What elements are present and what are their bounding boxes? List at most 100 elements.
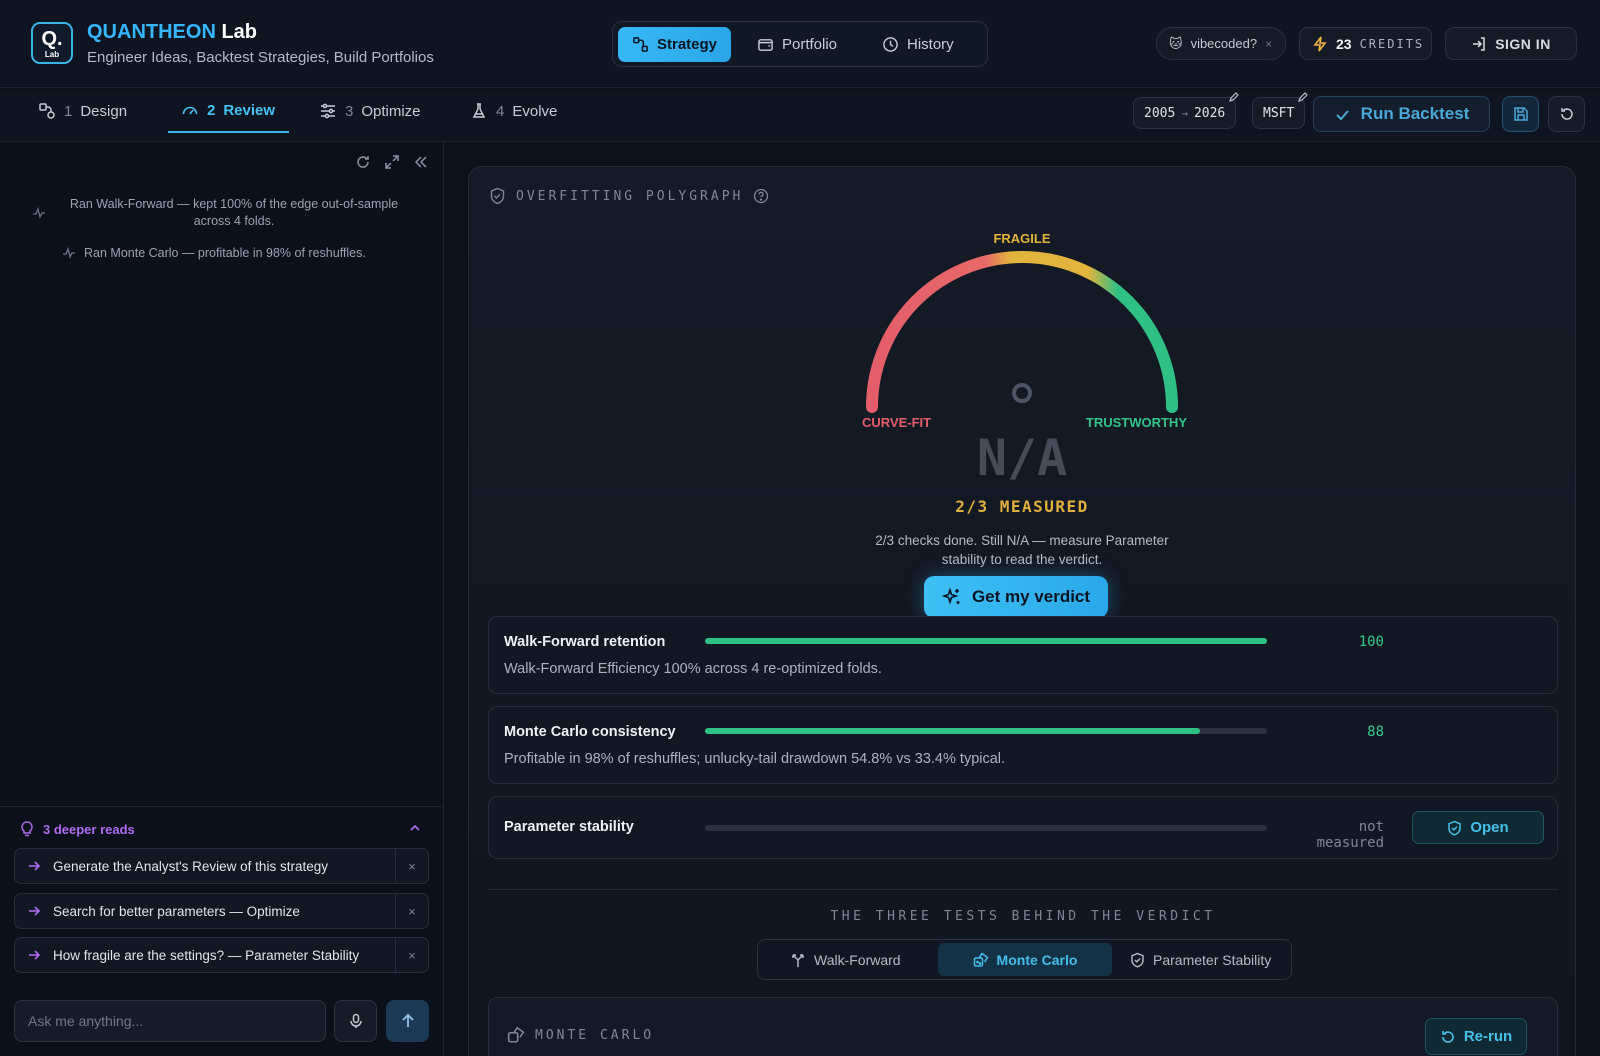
verdict-gauge: FRAGILE CURVE-FIT TRUSTWORTHY [857, 227, 1187, 437]
nav-history[interactable]: History [868, 27, 968, 62]
suggestion-item[interactable]: Search for better parameters — Optimize … [14, 893, 429, 929]
wallet-icon [757, 36, 774, 53]
strategy-icon [632, 36, 649, 53]
nav-strategy-label: Strategy [657, 36, 718, 53]
sign-in-label: SIGN IN [1495, 35, 1551, 52]
pulse-icon [32, 206, 46, 230]
mic-button[interactable] [334, 1000, 377, 1042]
step-optimize-num: 3 [345, 102, 354, 120]
tab-parameter-stability-label: Parameter Stability [1153, 951, 1272, 968]
suggestion-label: Generate the Analyst's Review of this st… [53, 858, 328, 874]
vibecoded-close-icon[interactable]: × [1265, 37, 1272, 51]
sliders-icon [319, 102, 337, 120]
sign-in-button[interactable]: SIGN IN [1445, 27, 1577, 60]
open-parameter-stability-button[interactable]: Open [1412, 811, 1544, 844]
step-bar: 1 Design 2 Review 3 Optimize 4 Evolve 20… [0, 89, 1600, 142]
sparkle-icon [941, 587, 962, 607]
suggestion-label: How fragile are the settings? — Paramete… [53, 947, 360, 963]
metric-not-measured: not measured [1316, 819, 1384, 851]
arrow-right-icon [15, 948, 53, 962]
rerun-button[interactable]: Re-run [1425, 1018, 1527, 1055]
polygraph-title: OVERFITTING POLYGRAPH [516, 188, 744, 204]
run-backtest-label: Run Backtest [1360, 104, 1470, 123]
nav-strategy[interactable]: Strategy [618, 27, 732, 62]
fork-icon [790, 952, 806, 968]
vibecoded-chip[interactable]: 🐱 vibecoded? × [1156, 27, 1286, 60]
nav-portfolio[interactable]: Portfolio [743, 27, 851, 62]
deeper-reads-header[interactable]: 3 deeper reads [0, 806, 444, 844]
lightbulb-icon [20, 821, 34, 837]
step-review-num: 2 [207, 101, 216, 119]
pencil-icon [1228, 92, 1240, 103]
collapse-icon[interactable] [413, 154, 429, 170]
step-evolve[interactable]: 4 Evolve [470, 89, 557, 133]
check-icon [1334, 106, 1351, 123]
tab-walk-forward-label: Walk-Forward [814, 951, 901, 968]
brand-secondary: Lab [221, 21, 258, 43]
vibecoded-label: vibecoded? [1190, 36, 1258, 51]
metric-bar [705, 638, 1267, 644]
app-logo[interactable]: Q. Lab [31, 22, 73, 64]
dice-icon [507, 1026, 525, 1044]
save-button[interactable] [1502, 96, 1539, 132]
tab-monte-carlo[interactable]: Monte Carlo [938, 943, 1112, 976]
step-design[interactable]: 1 Design [38, 89, 127, 133]
step-review[interactable]: 2 Review [168, 89, 290, 133]
metric-walk-forward: Walk-Forward retention 100 Walk-Forward … [488, 616, 1558, 694]
tests-tabs: Walk-Forward Monte Carlo Parameter Stabi… [757, 939, 1292, 980]
close-icon[interactable]: × [395, 849, 428, 883]
top-bar: Q. Lab QUANTHEON Lab Engineer Ideas, Bac… [0, 0, 1600, 88]
credits-chip[interactable]: 23 CREDITS [1299, 27, 1432, 60]
metric-monte-carlo: Monte Carlo consistency 88 Profitable in… [488, 706, 1558, 784]
microphone-icon [348, 1013, 364, 1029]
refresh-icon[interactable] [355, 154, 371, 170]
arrow-right-icon [15, 859, 53, 873]
metric-score: 100 [1358, 634, 1384, 650]
run-backtest-button[interactable]: Run Backtest [1313, 96, 1490, 132]
flask-icon [470, 102, 488, 120]
log-entry-text: Ran Monte Carlo — profitable in 98% of r… [84, 246, 366, 260]
gauge-label-curve-fit: CURVE-FIT [862, 415, 932, 430]
close-icon[interactable]: × [395, 894, 428, 928]
ask-input[interactable] [14, 1000, 326, 1042]
reset-button[interactable] [1548, 96, 1585, 132]
metric-bar-fill [705, 728, 1200, 734]
metric-description: Profitable in 98% of reshuffles; unlucky… [504, 751, 1006, 767]
metric-bar [705, 825, 1267, 831]
date-range-chip[interactable]: 2005 → 2026 [1133, 92, 1240, 129]
send-button[interactable] [386, 1000, 429, 1042]
design-icon [38, 102, 56, 120]
ticker-label: MSFT [1263, 105, 1295, 121]
pencil-icon [1297, 92, 1309, 103]
clock-icon [882, 36, 899, 53]
tab-parameter-stability[interactable]: Parameter Stability [1116, 943, 1285, 976]
measured-count: 2/3 MEASURED [955, 497, 1089, 516]
help-icon[interactable] [753, 188, 769, 204]
metric-bar [705, 728, 1267, 734]
end-year: 2026 [1193, 105, 1226, 121]
suggestion-item[interactable]: Generate the Analyst's Review of this st… [14, 848, 429, 884]
shield-icon [489, 187, 506, 205]
credits-count: 23 [1336, 35, 1352, 52]
get-verdict-button[interactable]: Get my verdict [924, 576, 1108, 618]
log-entry: Ran Monte Carlo — profitable in 98% of r… [62, 246, 366, 260]
metric-name: Walk-Forward retention [504, 634, 666, 650]
logo-letter: Q. [41, 28, 63, 50]
review-main: OVERFITTING POLYGRAPH FRAGILE CURVE-FIT … [444, 142, 1600, 1056]
divider [488, 889, 1558, 890]
tab-walk-forward[interactable]: Walk-Forward [776, 943, 915, 976]
step-evolve-num: 4 [496, 102, 505, 120]
expand-icon[interactable] [384, 154, 400, 170]
step-optimize[interactable]: 3 Optimize [319, 89, 421, 133]
log-entry-text: Ran Walk-Forward — kept 100% of the edge… [69, 197, 399, 228]
suggestion-item[interactable]: How fragile are the settings? — Paramete… [14, 937, 429, 973]
chevron-up-icon[interactable] [408, 821, 422, 835]
brand-name: QUANTHEON Lab [87, 21, 257, 44]
monte-carlo-header: MONTE CARLO [507, 1026, 654, 1044]
shield-check-icon [1447, 820, 1462, 836]
credits-label: CREDITS [1359, 36, 1425, 51]
ticker-chip[interactable]: MSFT [1252, 92, 1309, 129]
pulse-icon [62, 246, 76, 260]
close-icon[interactable]: × [395, 938, 428, 972]
monte-carlo-title: MONTE CARLO [535, 1027, 655, 1043]
